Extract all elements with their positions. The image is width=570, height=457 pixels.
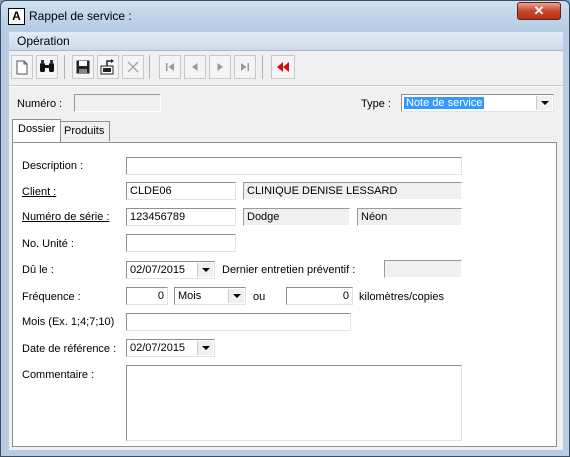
next-record-icon	[217, 63, 223, 71]
new-button[interactable]	[11, 55, 33, 79]
toolbar-separator	[149, 55, 150, 79]
frequence-unit-value: Mois	[178, 290, 202, 302]
frequence-input[interactable]: 0	[126, 287, 168, 305]
window-title: Rappel de service :	[29, 9, 132, 23]
chevron-down-icon[interactable]	[536, 96, 552, 110]
menu-operation[interactable]: Opération	[17, 34, 70, 48]
toolbar-separator	[64, 55, 65, 79]
next-record-button[interactable]	[209, 55, 231, 79]
serie-label[interactable]: Numéro de série :	[22, 211, 109, 223]
frequence-unit-select[interactable]: Mois	[174, 287, 246, 305]
type-select[interactable]: Note de service	[401, 94, 554, 112]
app-icon: A	[8, 8, 25, 25]
delete-button[interactable]	[122, 55, 144, 79]
unite-input[interactable]	[126, 234, 236, 252]
serie-model-field: Néon	[357, 208, 462, 226]
dossier-panel: Description : Client : CLDE06 CLINIQUE D…	[12, 142, 557, 447]
due-label: Dû le :	[22, 264, 54, 276]
first-record-icon	[166, 63, 174, 71]
km-input[interactable]: 0	[286, 287, 353, 305]
km-label: kilomètres/copies	[359, 291, 444, 303]
tab-dossier[interactable]: Dossier	[12, 119, 62, 142]
last-record-button[interactable]	[234, 55, 256, 79]
tab-produits[interactable]: Produits	[58, 121, 111, 141]
serie-make-field: Dodge	[243, 208, 350, 226]
rewind-red-icon	[277, 62, 289, 72]
client-code-input[interactable]: CLDE06	[126, 182, 236, 200]
rewind-button[interactable]	[271, 55, 295, 79]
dernier-entretien-label: Dernier entretien préventif :	[222, 264, 356, 276]
mois-label: Mois (Ex. 1;4;7;10)	[22, 316, 115, 328]
dialog-window: A Rappel de service : ✕ Opération Numéro…	[0, 0, 570, 457]
mois-input[interactable]	[126, 313, 351, 331]
frequence-label: Fréquence :	[22, 291, 81, 303]
reference-date-value: 02/07/2015	[130, 342, 186, 354]
save-button[interactable]	[72, 55, 94, 79]
first-record-button[interactable]	[159, 55, 181, 79]
delete-icon	[127, 61, 139, 73]
commentaire-label: Commentaire :	[22, 369, 95, 381]
previous-record-icon	[192, 63, 198, 71]
save-icon	[76, 60, 90, 74]
toolbar-divider-highlight	[9, 86, 563, 87]
previous-record-button[interactable]	[184, 55, 206, 79]
description-label: Description :	[22, 160, 84, 172]
serie-input[interactable]: 123456789	[126, 208, 236, 226]
reference-date-picker[interactable]: 02/07/2015	[126, 339, 215, 357]
search-button[interactable]	[36, 55, 58, 79]
client-name-field: CLINIQUE DENISE LESSARD	[243, 182, 462, 200]
menu-bar: Opération	[9, 32, 563, 51]
chevron-down-icon[interactable]	[197, 341, 213, 355]
dernier-entretien-field	[384, 260, 462, 278]
due-date-picker[interactable]: 02/07/2015	[126, 261, 215, 279]
numero-field	[74, 94, 161, 112]
close-button[interactable]: ✕	[517, 2, 561, 20]
dialog-client-area: Opération Numéro: Type: Note de servic…	[9, 32, 563, 450]
toolbar-separator	[262, 55, 263, 79]
client-label[interactable]: Client :	[22, 186, 56, 198]
chevron-down-icon[interactable]	[228, 289, 244, 303]
export-button[interactable]	[97, 55, 119, 79]
last-record-icon	[241, 63, 249, 71]
chevron-down-icon[interactable]	[197, 263, 213, 277]
toolbar	[9, 53, 563, 85]
binoculars-icon	[40, 60, 54, 72]
due-date-value: 02/07/2015	[130, 264, 186, 276]
title-bar[interactable]: A Rappel de service : ✕	[1, 1, 569, 31]
ou-label: ou	[253, 291, 266, 303]
description-input[interactable]	[126, 157, 462, 175]
type-selected-value: Note de service	[404, 97, 485, 109]
numero-label: Numéro :	[17, 98, 63, 110]
reference-label: Date de référence :	[22, 343, 117, 355]
unite-label: No. Unité :	[22, 238, 74, 250]
type-label: Type :	[361, 98, 391, 110]
export-icon	[100, 59, 114, 75]
new-document-icon	[16, 60, 28, 74]
commentaire-textarea[interactable]	[126, 365, 462, 441]
